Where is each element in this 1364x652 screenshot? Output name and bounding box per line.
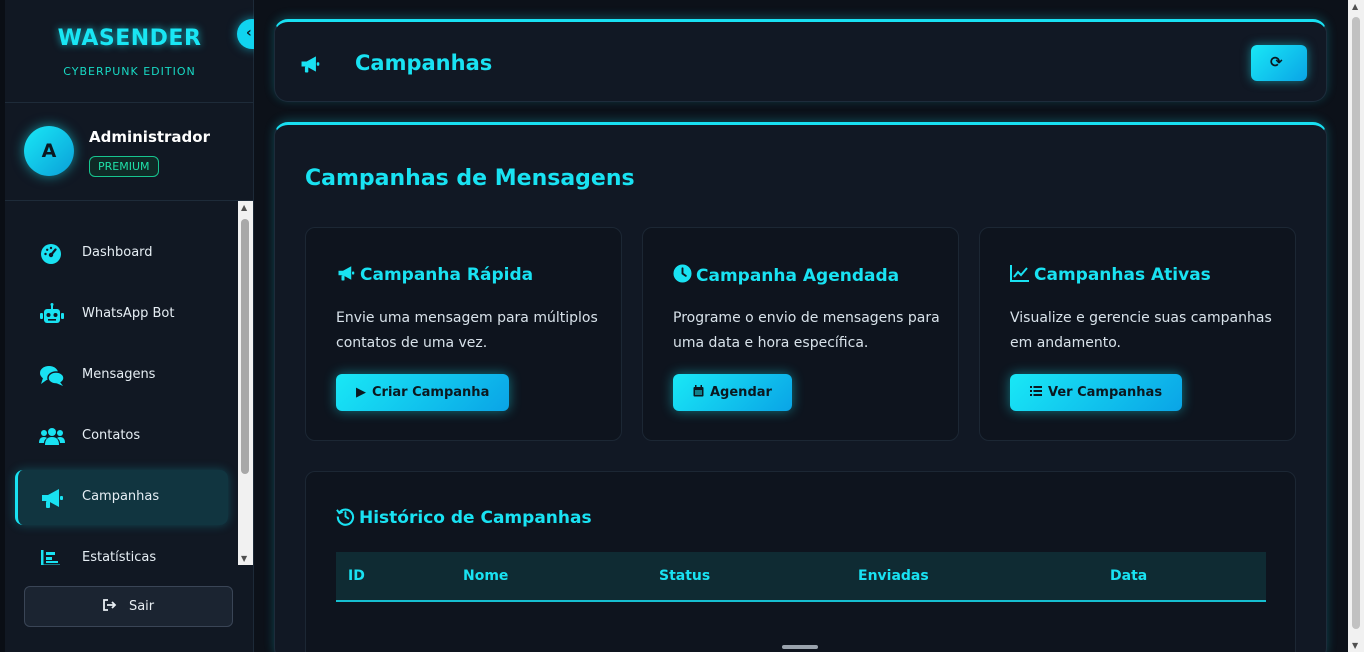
card-title: Campanhas Ativas <box>1010 264 1211 285</box>
active-campaigns-card: Campanhas Ativas Visualize e gerencie su… <box>979 227 1296 441</box>
refresh-button[interactable]: ⟳ <box>1251 45 1307 81</box>
history-table-header: ID Nome Status Enviadas Data <box>336 552 1266 602</box>
history-title-text: Histórico de Campanhas <box>359 508 592 528</box>
sidebar-item-campanhas[interactable]: Campanhas <box>15 470 228 525</box>
bullhorn-icon <box>336 265 356 285</box>
page-title: Campanhas <box>355 51 493 75</box>
campaigns-panel: Campanhas de Mensagens Campanha Rápida E… <box>274 122 1327 652</box>
history-card: Histórico de Campanhas ID Nome Status En… <box>305 471 1296 652</box>
sidebar-item-dashboard[interactable]: Dashboard <box>15 226 228 281</box>
brand: WASENDER CYBERPUNK EDITION <box>5 0 254 103</box>
sidebar-item-label: Mensagens <box>82 367 156 382</box>
scroll-thumb[interactable] <box>241 219 249 474</box>
column-header-id[interactable]: ID <box>348 568 365 584</box>
button-label: Agendar <box>710 385 772 400</box>
user-panel: A Administrador PREMIUM <box>5 103 254 201</box>
clock-icon <box>673 264 692 286</box>
sidebar-item-whatsapp-bot[interactable]: WhatsApp Bot <box>15 287 228 342</box>
list-icon <box>1030 385 1042 400</box>
logout-button[interactable]: Sair <box>24 586 233 627</box>
app-window: WASENDER CYBERPUNK EDITION A Administrad… <box>0 0 1364 652</box>
history-icon <box>336 508 355 528</box>
column-header-enviadas[interactable]: Enviadas <box>858 568 929 584</box>
card-description: Programe o envio de mensagens para uma d… <box>673 310 940 351</box>
sidebar-item-estatisticas[interactable]: Estatísticas <box>15 531 228 565</box>
calendar-icon <box>693 385 704 400</box>
view-campaigns-button[interactable]: Ver Campanhas <box>1010 374 1183 411</box>
column-header-status[interactable]: Status <box>659 568 710 584</box>
history-title: Histórico de Campanhas <box>336 507 592 528</box>
play-icon: ▶ <box>356 385 366 400</box>
users-icon <box>39 425 65 449</box>
avatar[interactable]: A <box>24 126 74 176</box>
sidebar-item-mensagens[interactable]: Mensagens <box>15 348 228 403</box>
page-header: Campanhas ⟳ <box>274 19 1327 102</box>
sidebar-scrollbar[interactable]: ▲ ▼ <box>238 201 253 565</box>
scroll-thumb[interactable] <box>1352 17 1360 629</box>
brand-title: WASENDER <box>57 26 202 51</box>
gauge-icon <box>39 242 65 266</box>
chevron-left-icon: ‹ <box>246 25 252 41</box>
create-campaign-button[interactable]: ▶ Criar Campanha <box>336 374 510 411</box>
refresh-icon: ⟳ <box>1270 53 1283 71</box>
scroll-down-icon[interactable]: ▼ <box>241 554 247 563</box>
sidebar-nav: Dashboard WhatsApp Bot Mensagens Contato… <box>5 201 238 565</box>
button-label: Criar Campanha <box>372 385 490 400</box>
sidebar-item-contatos[interactable]: Contatos <box>15 409 228 464</box>
brand-subtitle: CYBERPUNK EDITION <box>63 65 196 78</box>
bullhorn-icon <box>39 486 65 510</box>
sidebar-item-label: Campanhas <box>82 489 160 504</box>
comments-icon <box>39 364 65 388</box>
card-description: Visualize e gerencie suas campanhas em a… <box>1010 310 1272 351</box>
section-title: Campanhas de Mensagens <box>305 166 635 191</box>
user-name: Administrador <box>89 128 210 146</box>
bar-chart-icon <box>39 547 65 565</box>
bullhorn-icon <box>299 53 321 75</box>
scheduled-campaign-card: Campanha Agendada Programe o envio de me… <box>642 227 959 441</box>
premium-badge: PREMIUM <box>89 156 159 177</box>
button-label: Ver Campanhas <box>1048 385 1163 400</box>
sidebar-item-label: Dashboard <box>82 245 153 260</box>
scroll-indicator <box>782 645 818 649</box>
card-title-text: Campanha Agendada <box>696 266 900 286</box>
sidebar: WASENDER CYBERPUNK EDITION A Administrad… <box>0 0 254 652</box>
sidebar-item-label: Estatísticas <box>82 550 157 565</box>
card-title-text: Campanhas Ativas <box>1034 265 1211 285</box>
column-header-nome[interactable]: Nome <box>463 568 508 584</box>
card-title-text: Campanha Rápida <box>360 265 534 285</box>
sidebar-item-label: WhatsApp Bot <box>82 306 175 321</box>
card-title: Campanha Rápida <box>336 264 533 285</box>
robot-icon <box>39 303 65 327</box>
page-scrollbar[interactable]: ▲ ▼ <box>1348 0 1364 652</box>
sidebar-item-label: Contatos <box>82 428 141 443</box>
scroll-down-icon[interactable]: ▼ <box>1352 641 1358 650</box>
schedule-button[interactable]: Agendar <box>673 374 792 411</box>
column-header-data[interactable]: Data <box>1110 568 1147 584</box>
line-chart-icon <box>1010 265 1030 285</box>
logout-icon <box>102 599 121 614</box>
scroll-up-icon[interactable]: ▲ <box>1352 2 1358 11</box>
card-title: Campanha Agendada <box>673 264 899 286</box>
scroll-up-icon[interactable]: ▲ <box>241 203 247 212</box>
card-description: Envie uma mensagem para múltiplos contat… <box>336 310 598 351</box>
logout-label: Sair <box>128 599 155 614</box>
quick-campaign-card: Campanha Rápida Envie uma mensagem para … <box>305 227 622 441</box>
